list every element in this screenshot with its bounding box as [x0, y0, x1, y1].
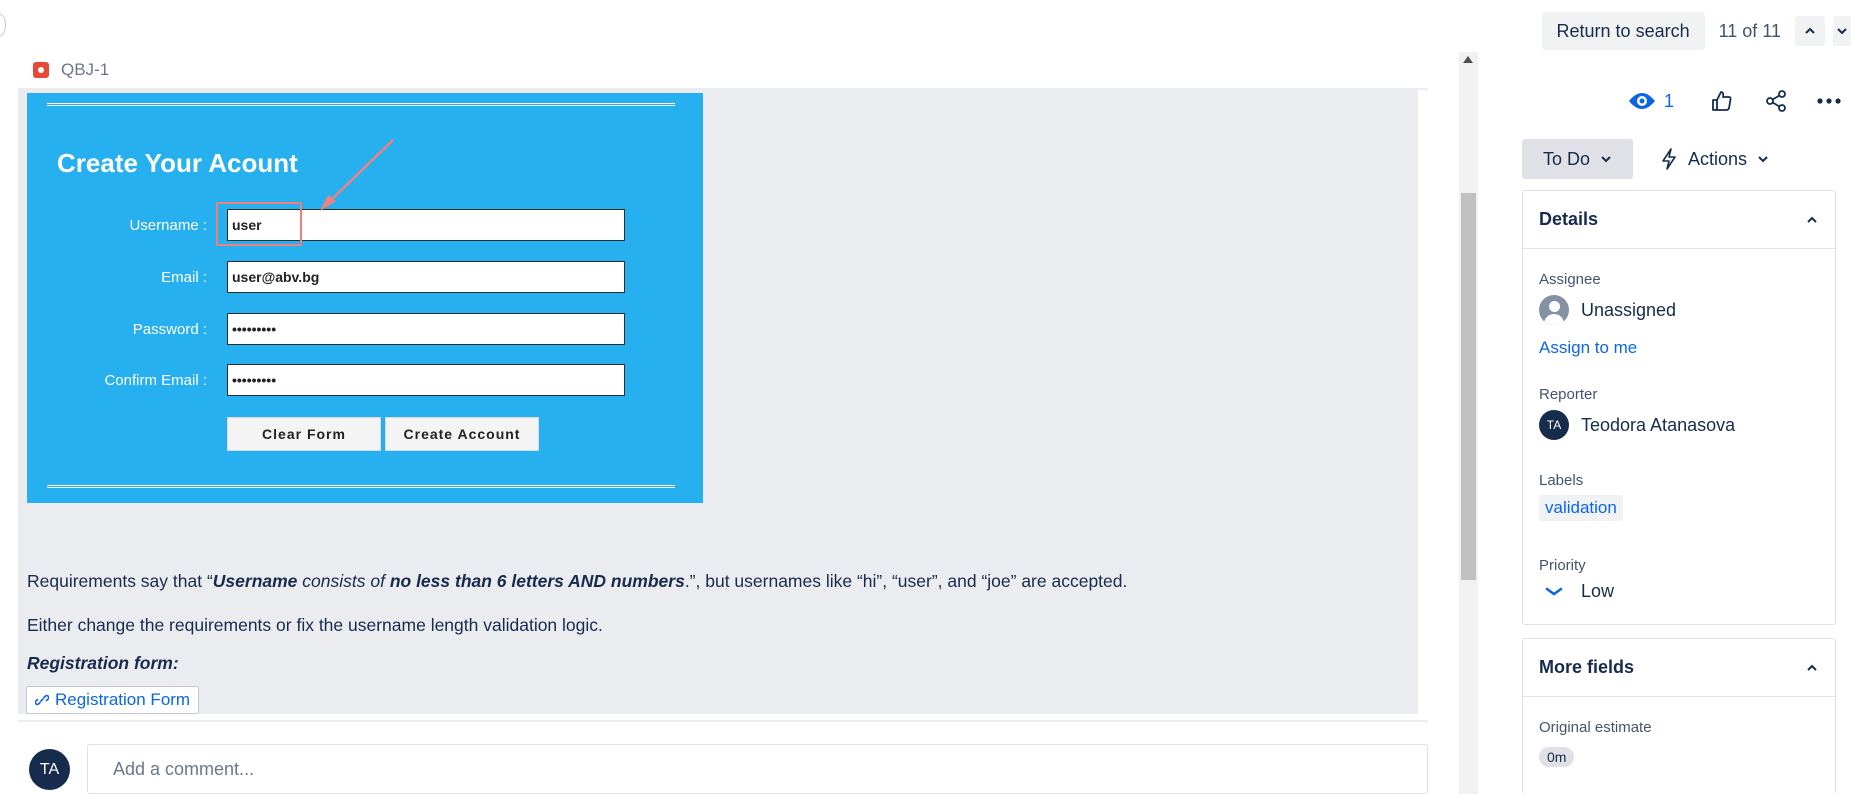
chevron-up-icon	[1807, 664, 1817, 671]
details-header[interactable]: Details	[1523, 191, 1835, 249]
more-fields-panel: More fields Original estimate 0m	[1522, 638, 1836, 794]
original-estimate-value[interactable]: 0m	[1539, 747, 1575, 767]
screenshot-top-rule	[47, 103, 675, 106]
registration-form-link[interactable]: Registration Form	[26, 686, 200, 714]
reporter-value: Teodora Atanasova	[1581, 414, 1736, 435]
annotation-highlight-box	[216, 202, 302, 246]
next-issue-button[interactable]	[1833, 16, 1851, 46]
more-fields-title: More fields	[1539, 657, 1635, 677]
previous-issue-button[interactable]	[1795, 16, 1825, 46]
bug-icon	[33, 62, 49, 78]
comment-divider	[18, 720, 1428, 722]
chevron-down-icon	[1758, 156, 1768, 163]
issue-navigation: Return to search 11 of 11	[1541, 12, 1851, 50]
details-panel: Details Assignee Unassigned Assign to me…	[1522, 190, 1836, 625]
assignee-value: Unassigned	[1581, 299, 1677, 320]
actions-button[interactable]: Actions	[1660, 139, 1769, 179]
registration-form-heading: Registration form:	[27, 653, 179, 673]
username-label: Username :	[129, 217, 207, 234]
labels-label: Labels	[1539, 472, 1584, 489]
issue-key-breadcrumb[interactable]: QBJ-1	[33, 60, 109, 80]
more-icon	[1817, 98, 1841, 104]
password-label: Password :	[132, 321, 207, 338]
partial-circle-icon	[0, 14, 6, 36]
chevron-up-icon	[1807, 216, 1817, 223]
description-paragraph-1: Requirements say that “Username consists…	[27, 571, 1128, 591]
description-paragraph-2: Either change the requirements or fix th…	[27, 615, 603, 635]
watch-count: 1	[1664, 90, 1675, 111]
issue-key[interactable]: QBJ-1	[61, 60, 109, 80]
more-fields-header[interactable]: More fields	[1523, 639, 1835, 697]
thumbs-up-icon	[1712, 91, 1732, 111]
share-button[interactable]	[1764, 89, 1788, 113]
original-estimate-label: Original estimate	[1539, 719, 1652, 736]
chevron-down-icon	[1837, 28, 1847, 35]
chevron-down-icon	[1601, 156, 1611, 163]
priority-label: Priority	[1539, 557, 1586, 574]
label-tag[interactable]: validation	[1539, 495, 1623, 521]
status-button[interactable]: To Do	[1522, 139, 1633, 179]
confirm-email-field: •••••••••	[227, 364, 625, 396]
screenshot-form-title: Create Your Acount	[57, 148, 298, 178]
comment-input[interactable]: Add a comment...	[87, 744, 1428, 794]
priority-low-icon	[1545, 587, 1563, 596]
return-to-search-button[interactable]: Return to search	[1541, 12, 1705, 50]
registration-form-link-label[interactable]: Registration Form	[55, 690, 190, 710]
watch-button[interactable]: 1	[1628, 91, 1674, 112]
assignee-field[interactable]: Unassigned	[1539, 295, 1676, 325]
scrollbar-thumb[interactable]	[1461, 193, 1476, 580]
email-label: Email :	[161, 269, 207, 286]
unassigned-avatar-icon	[1539, 295, 1569, 325]
priority-value: Low	[1581, 581, 1615, 601]
details-title: Details	[1539, 209, 1599, 229]
clear-form-button: Clear Form	[227, 417, 381, 451]
password-field: •••••••••	[227, 313, 625, 345]
more-actions-button[interactable]	[1816, 97, 1842, 105]
avatar: TA	[1539, 410, 1569, 440]
reporter-field[interactable]: TA Teodora Atanasova	[1539, 410, 1735, 440]
lightning-icon	[1662, 148, 1676, 170]
confirm-email-label: Confirm Email :	[104, 372, 207, 389]
issue-counter: 11 of 11	[1718, 20, 1781, 41]
link-icon	[35, 694, 49, 706]
eye-icon	[1629, 93, 1655, 109]
vote-button[interactable]	[1710, 89, 1734, 113]
share-icon	[1766, 90, 1786, 112]
chevron-up-icon	[1805, 27, 1815, 34]
priority-field[interactable]: Low	[1539, 581, 1614, 602]
scroll-up-arrow-icon[interactable]	[1463, 56, 1473, 63]
assign-to-me-link[interactable]: Assign to me	[1539, 338, 1637, 358]
assignee-label: Assignee	[1539, 271, 1601, 288]
status-label: To Do	[1542, 148, 1591, 169]
annotation-arrow-icon	[320, 139, 394, 211]
create-account-button: Create Account	[385, 417, 539, 451]
issue-toolbar: 1	[1628, 86, 1842, 116]
reporter-label: Reporter	[1539, 386, 1598, 403]
issue-description: Create Your Acount Username : user Email…	[18, 90, 1418, 714]
screenshot-bottom-rule	[47, 485, 675, 488]
email-field: user@abv.bg	[227, 261, 625, 293]
actions-label: Actions	[1688, 148, 1748, 169]
avatar: TA	[29, 749, 70, 790]
